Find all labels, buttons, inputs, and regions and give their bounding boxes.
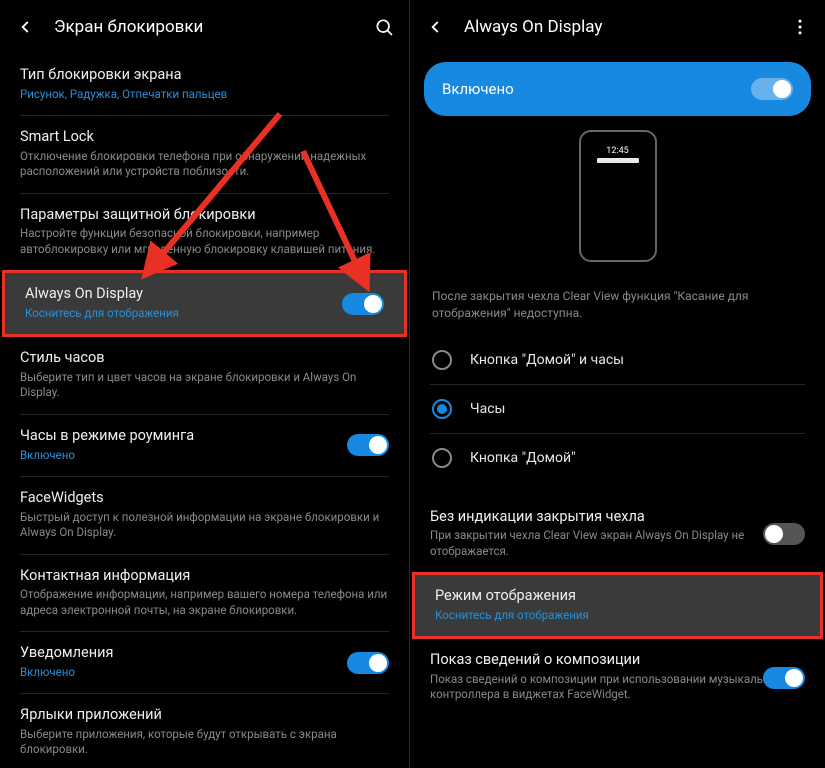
row-desc: Включено bbox=[20, 665, 389, 681]
row-title: Без индикации закрытия чехла bbox=[430, 507, 805, 527]
row-title: Уведомления bbox=[20, 643, 389, 663]
radio-option[interactable]: Кнопка "Домой" bbox=[410, 434, 825, 482]
settings-row[interactable]: Режим отображения Коснитесь для отображен… bbox=[412, 572, 823, 639]
settings-row[interactable]: Always On Display Коснитесь для отображен… bbox=[2, 270, 407, 337]
toggle-switch[interactable] bbox=[347, 434, 389, 456]
settings-row[interactable]: Smart LockОтключение блокировки телефона… bbox=[0, 116, 409, 193]
row-desc: Отключение блокировки телефона при обнар… bbox=[20, 149, 389, 180]
radio-option[interactable]: Кнопка "Домой" и часы bbox=[410, 336, 825, 384]
preview: 12:45 bbox=[410, 124, 825, 278]
row-desc: При закрытии чехла Clear View экран Alwa… bbox=[430, 528, 805, 559]
settings-row[interactable]: Стиль часовВыберите тип и цвет часов на … bbox=[0, 337, 409, 414]
row-desc: Рисунок, Радужка, Отпечатки пальцев bbox=[20, 87, 389, 103]
settings-row[interactable]: Показ сведений о композицииПоказ сведени… bbox=[410, 639, 825, 716]
toggle-switch[interactable] bbox=[751, 78, 793, 100]
radio-label: Часы bbox=[470, 401, 505, 417]
settings-row[interactable]: Параметры защитной блокировкиНастройте ф… bbox=[0, 194, 409, 271]
radio-icon bbox=[432, 350, 452, 370]
row-title: Показ сведений о композиции bbox=[430, 650, 805, 670]
settings-row[interactable]: Уведомления Включено bbox=[0, 632, 409, 693]
toggle-switch[interactable] bbox=[342, 293, 384, 315]
back-icon[interactable] bbox=[424, 16, 446, 38]
row-title: Режим отображения bbox=[435, 586, 800, 606]
preview-bar bbox=[597, 158, 639, 163]
radio-label: Кнопка "Домой" и часы bbox=[470, 352, 624, 368]
row-desc: Быстрый доступ к полезной информации на … bbox=[20, 510, 389, 541]
radio-group: Кнопка "Домой" и часы Часы Кнопка "Домой" bbox=[410, 336, 825, 482]
radio-icon bbox=[432, 399, 452, 419]
radio-label: Кнопка "Домой" bbox=[470, 450, 576, 466]
header: Always On Display bbox=[410, 0, 825, 54]
radio-icon bbox=[432, 448, 452, 468]
toggle-switch[interactable] bbox=[763, 523, 805, 545]
row-desc: Настройте функции безопасной блокировки,… bbox=[20, 226, 389, 257]
settings-row[interactable]: Тип блокировки экрана Рисунок, Радужка, О… bbox=[0, 54, 409, 115]
row-title: Часы в режиме роуминга bbox=[20, 426, 389, 446]
phone-preview: 12:45 bbox=[579, 130, 657, 262]
preview-clock: 12:45 bbox=[606, 146, 628, 156]
row-title: Always On Display bbox=[25, 284, 384, 304]
settings-list: Без индикации закрытия чехлаПри закрытии… bbox=[410, 496, 825, 716]
aod-settings: Always On Display Включено 12:45 После з… bbox=[410, 0, 825, 768]
row-title: Smart Lock bbox=[20, 127, 389, 147]
settings-row[interactable]: Ярлыки приложенийВыберите приложения, ко… bbox=[0, 694, 409, 768]
settings-row[interactable]: Без индикации закрытия чехлаПри закрытии… bbox=[410, 496, 825, 573]
row-desc: Коснитесь для отображения bbox=[25, 306, 384, 322]
row-desc: Показ сведений о композиции при использо… bbox=[430, 672, 805, 703]
master-toggle[interactable]: Включено bbox=[424, 62, 811, 116]
settings-row[interactable]: FaceWidgetsБыстрый доступ к полезной инф… bbox=[0, 477, 409, 554]
header: Экран блокировки bbox=[0, 0, 409, 54]
row-title: Контактная информация bbox=[20, 566, 389, 586]
row-desc: Коснитесь для отображения bbox=[435, 608, 800, 624]
row-title: FaceWidgets bbox=[20, 488, 389, 508]
lock-screen-settings: Экран блокировки Тип блокировки экрана Ри… bbox=[0, 0, 410, 768]
row-desc: Включено bbox=[20, 448, 389, 464]
row-title: Стиль часов bbox=[20, 348, 389, 368]
page-title: Always On Display bbox=[464, 17, 602, 37]
row-desc: Отображение информации, например вашего … bbox=[20, 587, 389, 618]
row-desc: Выберите приложения, которые будут откры… bbox=[20, 727, 389, 758]
more-icon[interactable] bbox=[789, 16, 811, 38]
page-title: Экран блокировки bbox=[54, 17, 203, 37]
toggle-switch[interactable] bbox=[763, 667, 805, 689]
toggle-switch[interactable] bbox=[347, 652, 389, 674]
search-icon[interactable] bbox=[373, 16, 395, 38]
info-note: После закрытия чехла Clear View функция … bbox=[410, 278, 825, 336]
radio-option[interactable]: Часы bbox=[410, 385, 825, 433]
back-icon[interactable] bbox=[14, 16, 36, 38]
settings-row[interactable]: Часы в режиме роуминга Включено bbox=[0, 415, 409, 476]
row-title: Тип блокировки экрана bbox=[20, 65, 389, 85]
settings-row[interactable]: Контактная информацияОтображение информа… bbox=[0, 555, 409, 632]
master-toggle-label: Включено bbox=[442, 80, 514, 98]
row-title: Ярлыки приложений bbox=[20, 705, 389, 725]
settings-list: Тип блокировки экрана Рисунок, Радужка, О… bbox=[0, 54, 409, 768]
row-desc: Выберите тип и цвет часов на экране блок… bbox=[20, 370, 389, 401]
row-title: Параметры защитной блокировки bbox=[20, 205, 389, 225]
